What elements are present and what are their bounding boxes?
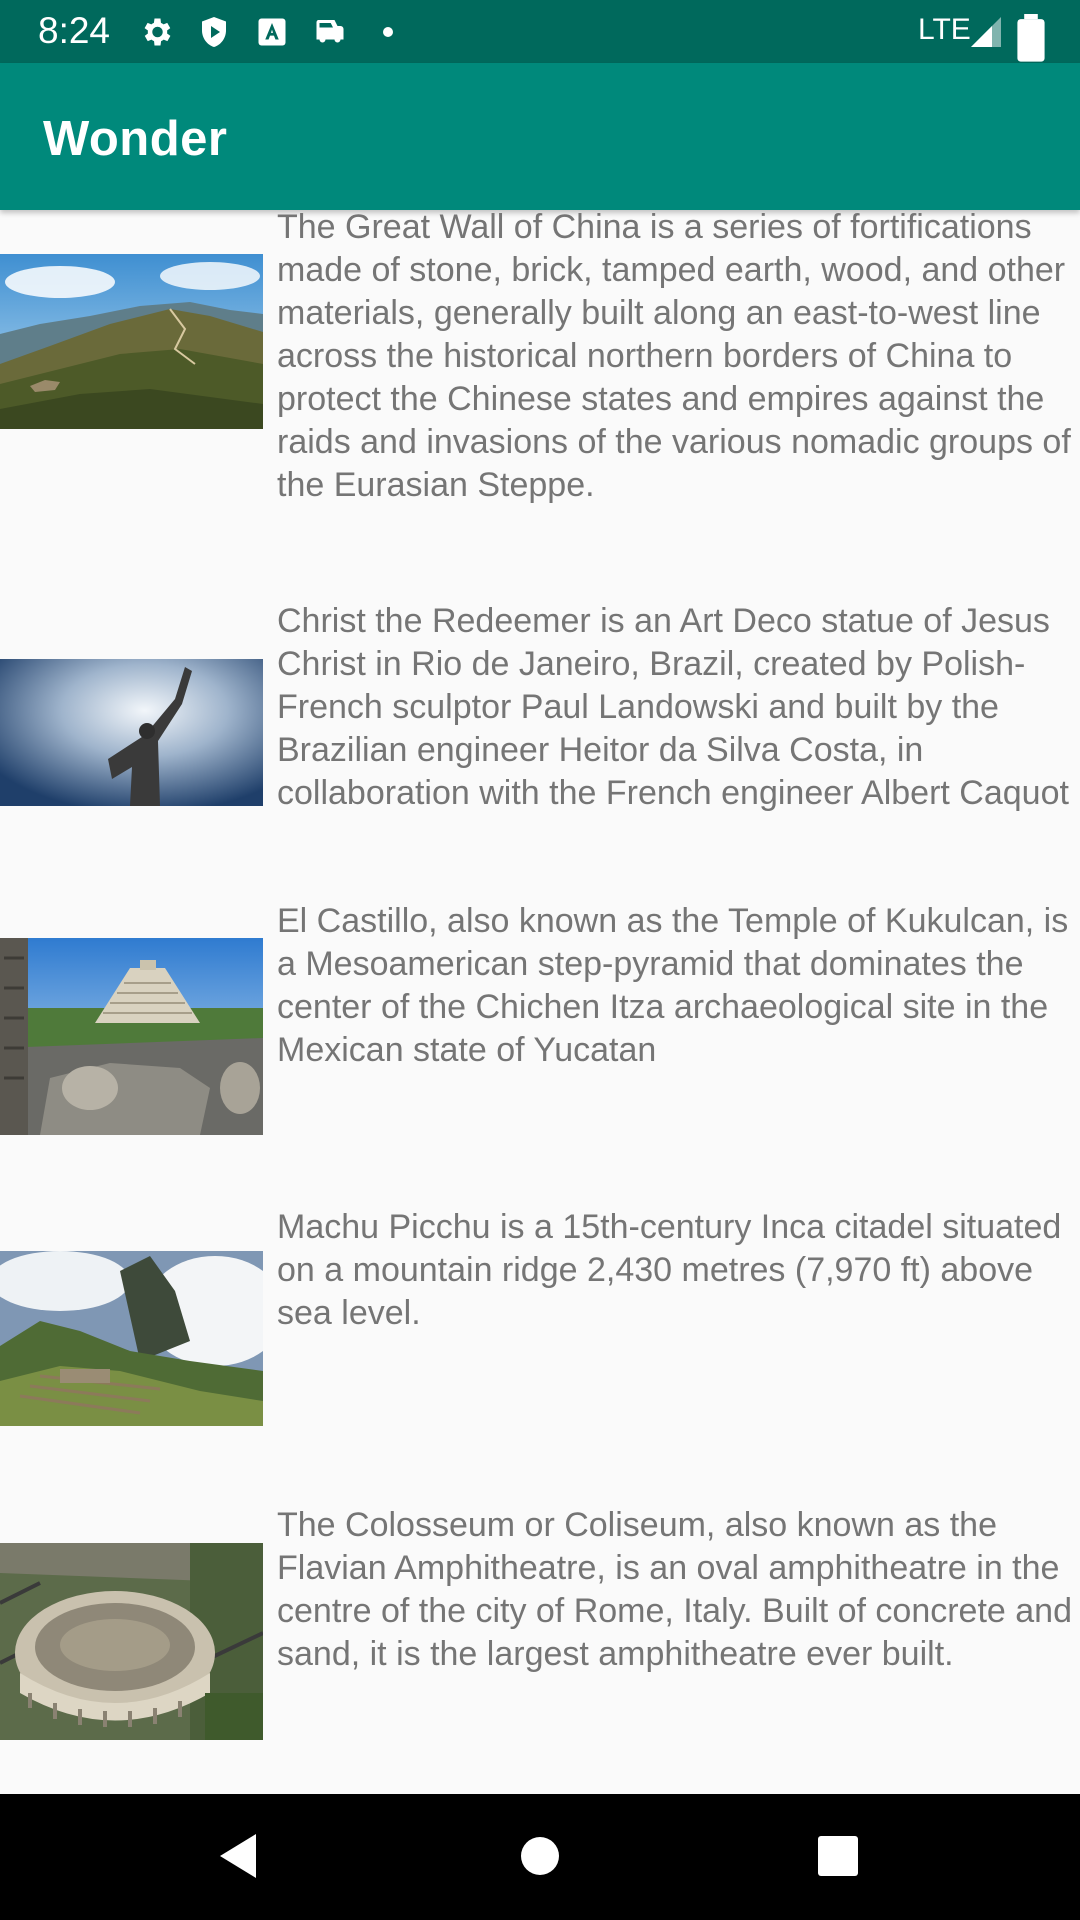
car-mode-icon	[312, 14, 348, 50]
app-bar: Wonder	[0, 63, 1080, 210]
status-bar: 8:24 LTE	[0, 0, 1080, 63]
machu-picchu-image	[0, 1251, 263, 1426]
colosseum-image	[0, 1543, 263, 1740]
christ-redeemer-image	[0, 659, 263, 806]
wonder-description: The Colosseum or Coliseum, also known as…	[277, 1506, 1072, 1673]
wonder-list[interactable]: The Great Wall of China is a series of f…	[0, 210, 1080, 1794]
back-icon[interactable]	[208, 1826, 268, 1886]
wonder-description: El Castillo, also known as the Temple of…	[277, 902, 1069, 1069]
wonder-description: Machu Picchu is a 15th-century Inca cita…	[277, 1208, 1062, 1332]
wonder-description: Christ the Redeemer is an Art Deco statu…	[277, 602, 1069, 812]
navigation-bar	[0, 1794, 1080, 1920]
wonder-description: The Great Wall of China is a series of f…	[277, 210, 1071, 504]
home-icon[interactable]	[510, 1826, 570, 1886]
battery-icon	[1014, 14, 1048, 62]
shield-play-icon	[196, 14, 232, 50]
settings-icon	[138, 14, 174, 50]
app-title: Wonder	[43, 112, 228, 166]
chichen-itza-image	[0, 938, 263, 1135]
notification-dot-icon	[378, 22, 398, 42]
keyboard-a-icon	[254, 14, 290, 50]
recents-icon[interactable]	[808, 1826, 868, 1886]
great-wall-image	[0, 254, 263, 429]
signal-icon	[968, 14, 1004, 50]
network-type: LTE	[918, 13, 971, 46]
status-time: 8:24	[38, 10, 111, 51]
